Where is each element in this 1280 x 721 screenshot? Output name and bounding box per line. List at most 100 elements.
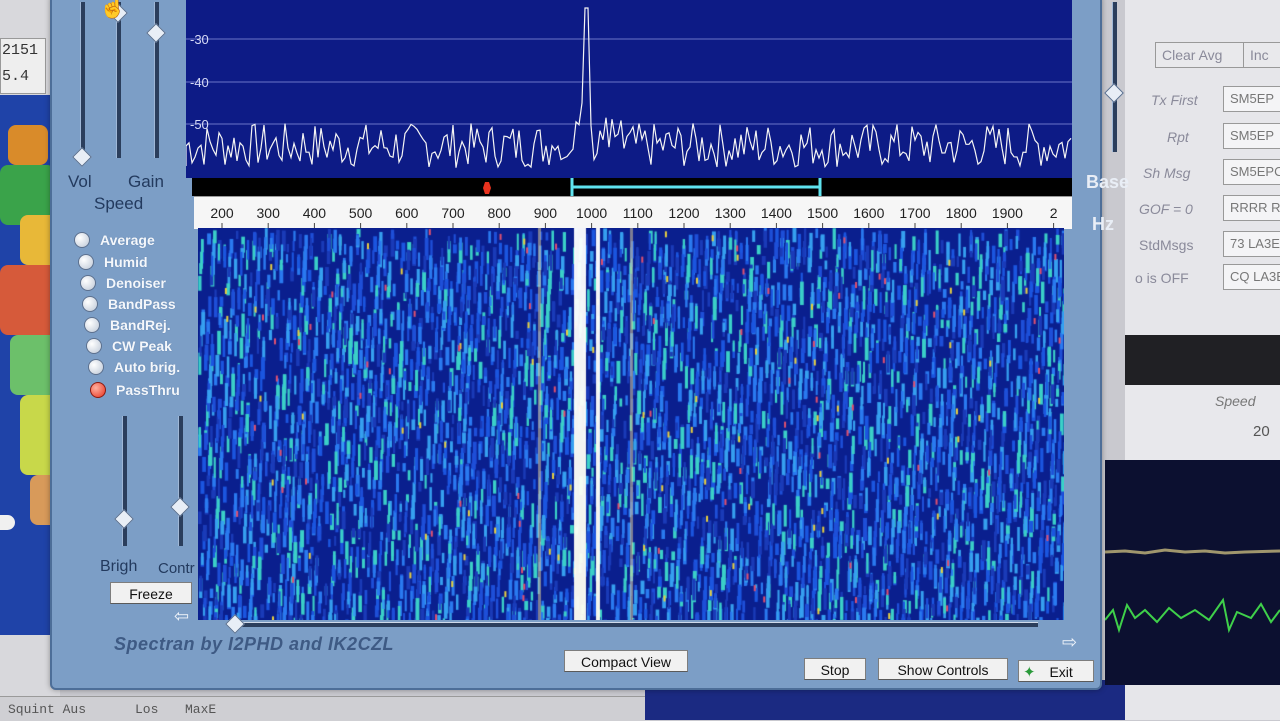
sh-msg-label: Sh Msg xyxy=(1143,165,1191,181)
option-denoiser[interactable]: Denoiser xyxy=(80,273,166,293)
waterfall-display[interactable] xyxy=(198,228,1064,620)
brightness-label: Brigh xyxy=(100,558,138,575)
option-label: Auto brig. xyxy=(114,359,181,375)
tx-first-label: Tx First xyxy=(1151,92,1198,108)
option-label: Average xyxy=(100,232,155,248)
scale-tick-label: 400 xyxy=(303,205,327,221)
waterfall-canvas xyxy=(198,228,1064,620)
scale-tick-label: 1800 xyxy=(946,205,977,221)
compact-view-button[interactable]: Compact View xyxy=(564,650,688,672)
option-label: BandPass xyxy=(108,296,176,312)
brightness-slider-thumb[interactable] xyxy=(114,509,134,529)
spectrum-trace xyxy=(185,7,1072,169)
base-slider[interactable] xyxy=(1112,2,1117,152)
tuning-marker-icon[interactable] xyxy=(483,182,491,194)
scale-tick-label: 700 xyxy=(441,205,465,221)
scale-tick-label: 200 xyxy=(210,205,234,221)
speed-label: Speed xyxy=(1215,393,1256,409)
scale-tick-label: 1300 xyxy=(715,205,746,221)
radio-button[interactable] xyxy=(74,232,90,248)
arrow-right-icon[interactable]: ⇨ xyxy=(1062,632,1077,653)
contrast-label: Contr xyxy=(158,560,195,577)
option-bandpass[interactable]: BandPass xyxy=(82,294,176,314)
stdmsgs-label: StdMsgs xyxy=(1139,237,1194,253)
speed-value: 20 xyxy=(1253,423,1270,440)
contrast-slider[interactable] xyxy=(178,416,183,546)
scale-tick-label: 1200 xyxy=(668,205,699,221)
speed-label: Speed xyxy=(94,194,144,213)
scale-tick-label: 2 xyxy=(1050,205,1058,221)
option-label: CW Peak xyxy=(112,338,172,354)
option-label: PassThru xyxy=(116,382,180,398)
frequency-scale[interactable]: 200 300 400 500 600 700 800 900 1000 1100 1200 1300… xyxy=(194,196,1072,229)
message-field[interactable]: SM5EP xyxy=(1223,123,1280,149)
gain-label: Gain xyxy=(128,172,164,191)
status-item: Los xyxy=(135,702,159,717)
base-slider-thumb[interactable] xyxy=(1104,83,1124,103)
radio-button[interactable] xyxy=(80,275,96,291)
radio-button[interactable] xyxy=(86,338,102,354)
message-field[interactable]: RRRR RI xyxy=(1223,195,1280,221)
horizontal-slider[interactable] xyxy=(230,622,1038,627)
scale-tick-label: 1400 xyxy=(761,205,792,221)
option-average[interactable]: Average xyxy=(74,230,155,250)
option-auto-brightness[interactable]: Auto brig. xyxy=(88,357,180,377)
hand-cursor-icon: ☝ xyxy=(99,0,127,19)
radio-button[interactable] xyxy=(82,296,98,312)
message-field[interactable]: SM5EP xyxy=(1223,86,1280,112)
db-label: -40 xyxy=(190,75,209,90)
show-controls-button[interactable]: Show Controls xyxy=(878,658,1008,680)
scale-tick-label: 600 xyxy=(395,205,419,221)
radio-button[interactable] xyxy=(88,359,104,375)
vol-slider[interactable] xyxy=(80,2,85,158)
vol-label: Vol xyxy=(68,172,92,191)
status-item: Squint Aus xyxy=(8,702,87,717)
credit-text: Spectran by I2PHD and IK2CZL xyxy=(114,634,395,654)
scale-tick-label: 1600 xyxy=(853,205,884,221)
passband-bar[interactable] xyxy=(192,178,1072,196)
scale-tick-label: 800 xyxy=(488,205,512,221)
rpt-label: Rpt xyxy=(1167,129,1189,145)
readout-frequency: 2151 xyxy=(2,42,39,59)
option-passthru[interactable]: PassThru xyxy=(90,380,180,400)
scale-tick-label: 1500 xyxy=(807,205,838,221)
option-label: BandRej. xyxy=(110,317,171,333)
message-field[interactable]: 73 LA3E xyxy=(1223,231,1280,257)
freeze-button[interactable]: Freeze xyxy=(110,582,192,604)
radio-button-selected[interactable] xyxy=(90,382,106,398)
spectrum-display[interactable]: -30 -40 -50 xyxy=(185,0,1072,178)
speed-slider[interactable] xyxy=(116,2,121,158)
option-bandrej[interactable]: BandRej. xyxy=(84,315,171,335)
option-label: Humid xyxy=(104,254,148,270)
background-status-strip: Squint Aus Los MaxE xyxy=(0,696,650,721)
db-label: -50 xyxy=(190,117,209,132)
exit-label: Exit xyxy=(1049,664,1073,680)
background-speed-panel: Speed 20 xyxy=(1125,385,1280,460)
inc-button[interactable]: Inc xyxy=(1243,42,1280,68)
radio-button[interactable] xyxy=(84,317,100,333)
exit-icon: ✦ xyxy=(1023,664,1036,681)
vol-slider-thumb[interactable] xyxy=(72,147,92,167)
option-label: Denoiser xyxy=(106,275,166,291)
message-field[interactable]: SM5EPC xyxy=(1223,159,1280,185)
scale-tick-label: 1700 xyxy=(899,205,930,221)
status-label: o is OFF xyxy=(1135,270,1189,286)
option-cw-peak[interactable]: CW Peak xyxy=(86,336,172,356)
gain-slider-thumb[interactable] xyxy=(146,23,166,43)
db-label: -30 xyxy=(190,32,209,47)
arrow-left-icon[interactable]: ⇦ xyxy=(174,606,189,627)
spectran-window[interactable]: ☝ Vol Gain Speed Average Humid Denoiser … xyxy=(50,0,1129,690)
scale-tick-label: 1000 xyxy=(576,205,607,221)
radio-button[interactable] xyxy=(78,254,94,270)
scale-tick-label: 1900 xyxy=(992,205,1023,221)
stop-button[interactable]: Stop xyxy=(804,658,866,680)
message-field[interactable]: CQ LA3E xyxy=(1223,264,1280,290)
contrast-slider-thumb[interactable] xyxy=(170,497,190,517)
readout-value: 5.4 xyxy=(2,68,30,85)
scale-tick-label: 300 xyxy=(257,205,281,221)
option-humid[interactable]: Humid xyxy=(78,252,148,272)
hz-label: Hz xyxy=(1092,214,1114,234)
exit-button[interactable]: ✦ Exit xyxy=(1018,660,1094,682)
clear-avg-button[interactable]: Clear Avg xyxy=(1155,42,1254,68)
base-label: Base xyxy=(1086,172,1130,192)
